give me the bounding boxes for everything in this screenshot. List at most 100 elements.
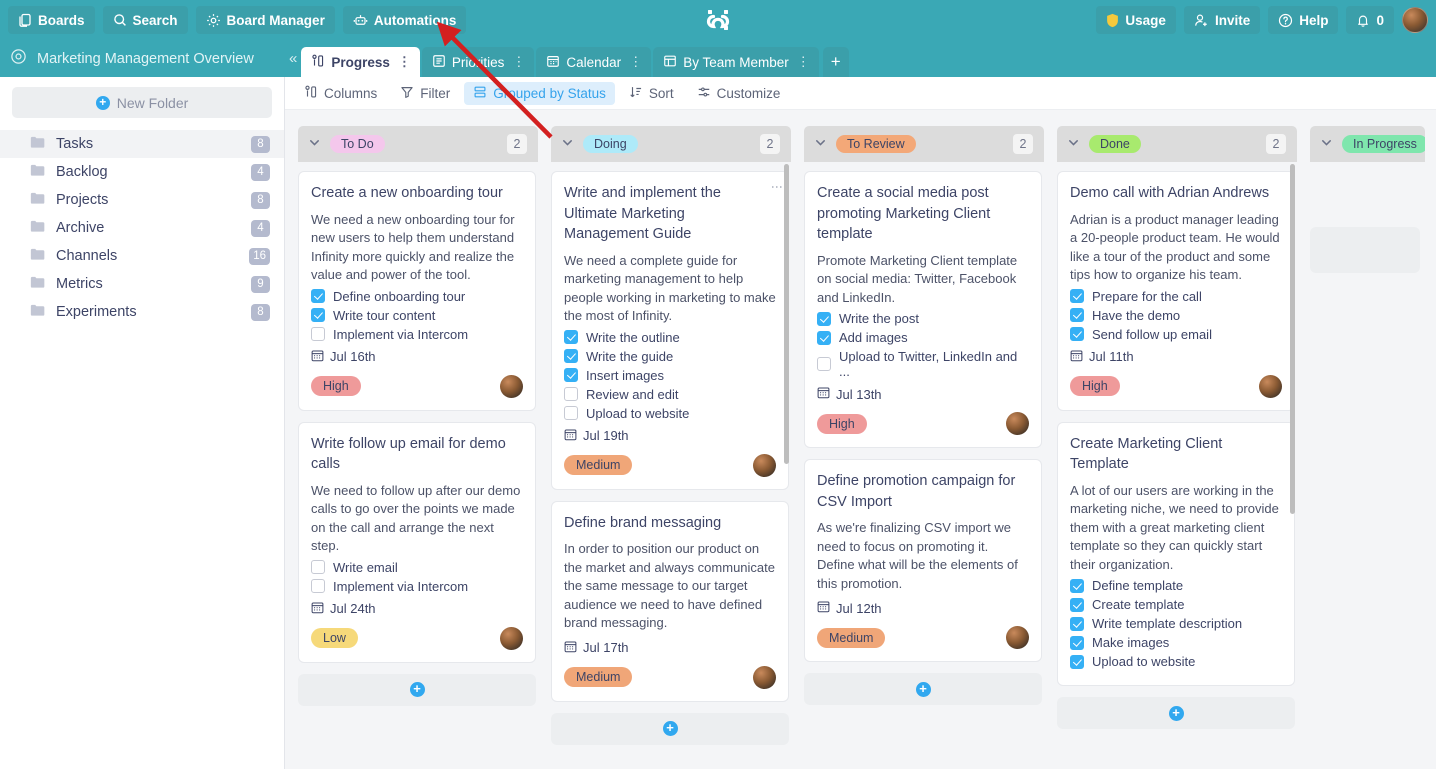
task-card[interactable]: Create a new onboarding tour We need a ne… [298,171,536,411]
boards-button[interactable]: Boards [8,6,95,34]
priority-badge[interactable]: High [311,376,361,396]
customize-button[interactable]: Customize [688,82,790,105]
checkbox-icon[interactable] [1070,597,1084,612]
checklist-item[interactable]: Define template [1070,578,1282,593]
notifications-button[interactable]: 0 [1346,6,1394,34]
card-due-date[interactable]: Jul 17th [564,640,776,656]
app-logo[interactable] [704,0,732,40]
chevron-down-icon[interactable] [814,136,827,152]
checkbox-icon[interactable] [817,330,831,345]
checkbox-icon[interactable] [1070,578,1084,593]
card-assignee-avatar[interactable] [1006,412,1029,435]
checklist-item[interactable]: Define onboarding tour [311,289,523,304]
task-card[interactable]: Create a social media post promoting Mar… [804,171,1042,448]
priority-badge[interactable]: High [817,413,867,434]
board-manager-button[interactable]: Board Manager [195,6,335,34]
tab-progress[interactable]: Progress ⋮ [301,47,420,77]
priority-badge[interactable]: Low [311,628,358,648]
collapse-sidebar-button[interactable]: « [285,40,301,77]
add-card-button[interactable]: + [298,673,536,706]
sidebar-item-projects[interactable]: Projects 8 [0,186,284,214]
task-card[interactable]: ⋮ Write and implement the Ultimate Market… [551,171,789,490]
task-card[interactable]: Demo call with Adrian Andrews Adrian is a… [1057,171,1295,411]
tab-progress-menu[interactable]: ⋮ [398,54,411,70]
checklist-item[interactable]: Upload to website [564,406,776,421]
eye-icon[interactable] [10,48,27,70]
sidebar-item-experiments[interactable]: Experiments 8 [0,298,284,326]
sidebar-item-metrics[interactable]: Metrics 9 [0,270,284,298]
sort-button[interactable]: Sort [620,82,683,105]
add-card-button[interactable]: + [804,673,1042,705]
checklist-item[interactable]: Write the outline [564,330,776,345]
task-card[interactable]: Write follow up email for demo calls We n… [298,421,536,663]
checkbox-icon[interactable] [564,406,578,420]
tab-calendar-menu[interactable]: ⋮ [629,54,642,70]
add-card-button[interactable]: + [551,712,789,745]
sidebar-item-backlog[interactable]: Backlog 4 [0,158,284,186]
chevron-down-icon[interactable] [561,136,574,152]
invite-button[interactable]: Invite [1183,6,1261,34]
card-due-date[interactable]: Jul 24th [311,601,523,617]
checkbox-icon[interactable] [817,357,831,371]
card-assignee-avatar[interactable] [500,374,523,398]
checkbox-icon[interactable] [1070,308,1084,322]
card-assignee-avatar[interactable] [753,453,776,477]
checklist-item[interactable]: Add images [817,330,1029,345]
column-scrollbar[interactable] [1290,164,1295,514]
card-menu-icon[interactable]: ⋮ [770,181,784,194]
checklist-item[interactable]: Upload to website [1070,654,1282,669]
usage-button[interactable]: Usage [1096,6,1176,34]
add-tab-button[interactable]: + [822,47,849,77]
priority-badge[interactable]: High [1070,376,1120,396]
tab-by-team-member-menu[interactable]: ⋮ [797,54,810,70]
card-due-date[interactable]: Jul 16th [311,349,523,365]
checklist-item[interactable]: Prepare for the call [1070,289,1282,304]
card-assignee-avatar[interactable] [1259,374,1282,398]
checkbox-icon[interactable] [311,308,325,322]
help-button[interactable]: Help [1268,6,1339,34]
checkbox-icon[interactable] [817,311,831,326]
checkbox-icon[interactable] [1070,327,1084,341]
card-due-date[interactable]: Jul 13th [817,386,1029,402]
checkbox-icon[interactable] [1070,635,1084,650]
sidebar-item-archive[interactable]: Archive 4 [0,214,284,242]
user-avatar[interactable] [1402,7,1428,33]
checklist-item[interactable]: Have the demo [1070,308,1282,323]
tab-by-team-member[interactable]: By Team Member ⋮ [653,47,819,77]
checkbox-icon[interactable] [564,387,578,401]
card-due-date[interactable]: Jul 12th [817,600,1029,616]
checkbox-icon[interactable] [1070,289,1084,303]
checkbox-icon[interactable] [311,579,325,593]
column-scrollbar[interactable] [784,164,789,464]
checkbox-icon[interactable] [311,289,325,303]
sidebar-item-channels[interactable]: Channels 16 [0,242,284,270]
checklist-item[interactable]: Upload to Twitter, LinkedIn and ... [817,349,1029,379]
checklist-item[interactable]: Write template description [1070,616,1282,631]
sidebar-item-tasks[interactable]: Tasks 8 [0,130,284,158]
checklist-item[interactable]: Make images [1070,635,1282,650]
priority-badge[interactable]: Medium [564,667,633,687]
card-due-date[interactable]: Jul 11th [1070,349,1282,365]
tab-priorities-menu[interactable]: ⋮ [512,54,525,70]
columns-button[interactable]: Columns [295,82,386,105]
checklist-item[interactable]: Write tour content [311,308,523,323]
card-due-date[interactable]: Jul 19th [564,428,776,444]
card-assignee-avatar[interactable] [500,626,523,650]
checkbox-icon[interactable] [311,560,325,574]
add-card-button[interactable]: + [1057,697,1295,729]
automations-button[interactable]: Automations [342,6,467,34]
checkbox-icon[interactable] [564,330,578,344]
chevron-down-icon[interactable] [1320,136,1333,152]
search-button[interactable]: Search [102,6,188,34]
checklist-item[interactable]: Create template [1070,597,1282,612]
filter-button[interactable]: Filter [391,82,459,105]
tab-priorities[interactable]: Priorities ⋮ [421,47,535,77]
priority-badge[interactable]: Medium [564,455,633,475]
checklist-item[interactable]: Insert images [564,368,776,383]
chevron-down-icon[interactable] [308,136,321,152]
task-card[interactable]: Define promotion campaign for CSV Import… [804,459,1042,662]
checklist-item[interactable]: Write the post [817,311,1029,326]
task-card[interactable]: Create Marketing Client Template A lot of… [1057,421,1295,686]
checkbox-icon[interactable] [1070,616,1084,631]
tab-calendar[interactable]: Calendar ⋮ [536,47,652,77]
